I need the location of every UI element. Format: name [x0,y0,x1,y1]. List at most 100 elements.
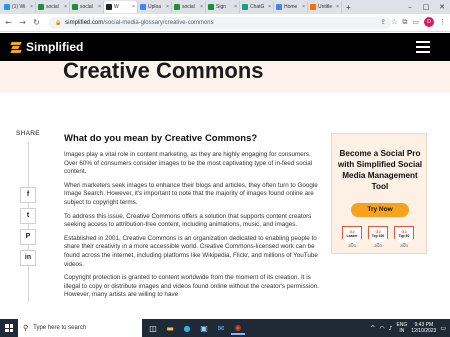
extensions-icon[interactable]: ⧉ [402,18,407,27]
mail-icon[interactable]: ✉ [214,321,228,335]
pinterest-share-button[interactable]: P [20,229,36,245]
system-tray: ^ ◠ ♪ ENG IN 9:43 PM 12/10/2023 ▭ [370,319,446,337]
profile-avatar[interactable]: D [424,17,434,27]
tab-label: Uploa [148,4,162,10]
tab-favicon-icon [4,4,10,10]
tab-favicon-icon [38,4,44,10]
browser-tab[interactable]: (1) Wi × [2,1,36,13]
tab-favicon-icon [310,4,316,10]
tab-close-icon[interactable]: × [268,4,271,10]
site-logo[interactable]: Simplified [10,40,83,54]
show-hidden-icons-icon[interactable]: ^ [370,325,375,332]
address-bar[interactable]: 🔒 simplified.com/social-media-glossary/c… [49,17,391,29]
browser-tab[interactable]: social × [36,1,70,13]
notifications-icon[interactable]: ▭ [440,325,446,332]
tab-label: social [80,4,93,10]
tab-close-icon[interactable]: × [234,4,237,10]
window-controls: – □ ✕ [402,0,450,14]
share-page-icon[interactable]: ⇪ [380,18,386,26]
browser-tab[interactable]: social × [172,1,206,13]
tab-close-icon[interactable]: × [336,4,339,10]
minimize-icon[interactable]: – [402,0,418,14]
browser-tab[interactable]: Uploa × [138,1,172,13]
article-heading: What do you mean by Creative Commons? [64,133,258,144]
brand-name: Simplified [26,40,84,54]
tab-label: W [114,4,119,10]
browser-tab[interactable]: W × [104,1,138,13]
windows-taskbar: ⚲ Type here to search ◫ ▬ ● ▣ ✉ ◉ ^ ◠ ♪ … [0,319,450,337]
tab-favicon-icon [174,4,180,10]
g2-badge-top100: G2 Top 100 2023 [368,226,388,248]
search-icon: ⚲ [23,324,29,332]
maximize-icon[interactable]: □ [418,0,434,14]
start-button[interactable] [0,319,18,337]
tab-favicon-icon [72,4,78,10]
file-explorer-icon[interactable]: ▬ [163,321,177,335]
back-icon[interactable]: ← [3,18,14,27]
language-indicator[interactable]: ENG IN [396,322,407,334]
close-window-icon[interactable]: ✕ [434,0,450,14]
browser-tab[interactable]: Untitle × [308,1,342,13]
tab-label: social [46,4,59,10]
lock-icon: 🔒 [55,20,62,26]
bookmark-star-icon[interactable]: ☆ [391,18,397,26]
taskbar-apps: ◫ ▬ ● ▣ ✉ ◉ [146,321,245,335]
browser-menu-icon[interactable]: ⋮ [439,18,446,26]
facebook-share-icon: f [26,191,30,198]
article-paragraph: When marketers seek images to enhance th… [64,181,318,206]
sidebar-icon[interactable]: ▭ [412,18,419,26]
tab-close-icon[interactable]: × [302,4,305,10]
share-sidebar: SHARE f t P in [10,130,46,302]
tab-favicon-icon [140,4,146,10]
browser-tab[interactable]: ChatG × [240,1,274,13]
tab-close-icon[interactable]: × [98,4,101,10]
clock[interactable]: 9:43 PM 12/10/2023 [411,322,436,335]
edge-icon[interactable]: ● [180,321,194,335]
tab-close-icon[interactable]: × [166,4,169,10]
windows-logo-icon [5,324,13,332]
tab-favicon-icon [276,4,282,10]
url-path: /social-media-glossary/creative-commons [103,20,214,26]
promo-card: Become a Social Pro with Simplified Soci… [331,133,427,254]
try-now-button[interactable]: Try Now [351,203,409,217]
pinterest-share-icon: P [25,233,31,240]
tab-favicon-icon [208,4,214,10]
network-icon[interactable]: ◠ [379,325,384,332]
g2-badges: G2 Leader 2023 G2 Top 100 2023 G2 Top 50 20… [342,226,414,248]
url-domain: simplified.com [65,20,104,26]
browser-tab[interactable]: Sign × [206,1,240,13]
tab-close-icon[interactable]: × [132,4,135,10]
tab-label: Home [284,4,298,10]
tab-label: ChatG [250,4,265,10]
hero-banner: Creative Commons [0,61,450,93]
taskbar-search-placeholder: Type here to search [33,325,87,331]
g2-badge-leader: G2 Leader 2023 [342,226,362,248]
simplified-logo-icon [10,41,22,53]
facebook-share-button[interactable]: f [20,187,36,203]
linkedin-share-button[interactable]: in [20,250,36,266]
article-body: What do you mean by Creative Commons? Im… [64,133,322,305]
tab-label: social [182,4,195,10]
task-view-icon[interactable]: ◫ [146,321,160,335]
article-paragraph: Images play a vital role in content mark… [64,151,313,176]
taskbar-search[interactable]: ⚲ Type here to search [18,319,142,337]
chrome-icon[interactable]: ◉ [231,321,245,335]
browser-toolbar: ← → ↻ 🔒 simplified.com/social-media-glos… [0,14,450,32]
new-tab-icon[interactable]: + [346,3,351,12]
site-header: Simplified [0,33,450,61]
browser-tab-strip: (1) Wi × social × social × W × Uploa × social × Sign… [0,0,450,14]
tab-favicon-icon [106,4,112,10]
twitter-share-button[interactable]: t [20,208,36,224]
forward-icon[interactable]: → [17,18,28,27]
store-icon[interactable]: ▣ [197,321,211,335]
browser-tab[interactable]: Home × [274,1,308,13]
tab-favicon-icon [242,4,248,10]
volume-icon[interactable]: ♪ [389,325,393,332]
hamburger-menu-icon[interactable] [416,41,430,53]
browser-tab[interactable]: social × [70,1,104,13]
tab-close-icon[interactable]: × [200,4,203,10]
tab-close-icon[interactable]: × [64,4,67,10]
reload-icon[interactable]: ↻ [31,18,42,27]
tab-close-icon[interactable]: × [30,4,33,10]
article-paragraph: Established in 2001, Creative Commons is… [64,234,318,268]
